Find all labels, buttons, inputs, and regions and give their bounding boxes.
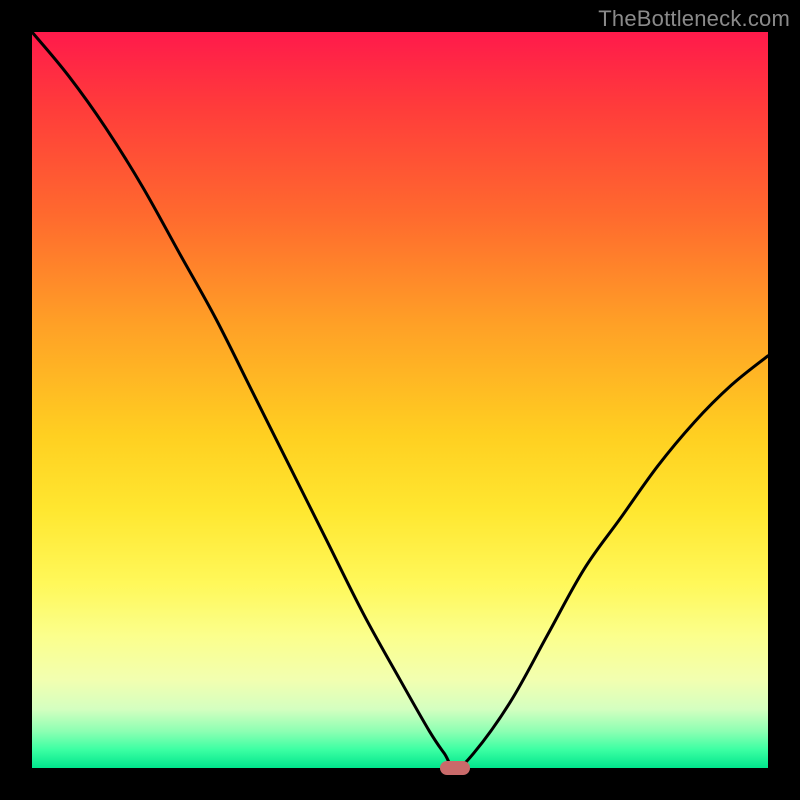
chart-frame: TheBottleneck.com <box>0 0 800 800</box>
watermark-text: TheBottleneck.com <box>598 6 790 32</box>
bottleneck-curve <box>32 32 768 768</box>
optimal-marker <box>440 761 470 775</box>
plot-area <box>32 32 768 768</box>
